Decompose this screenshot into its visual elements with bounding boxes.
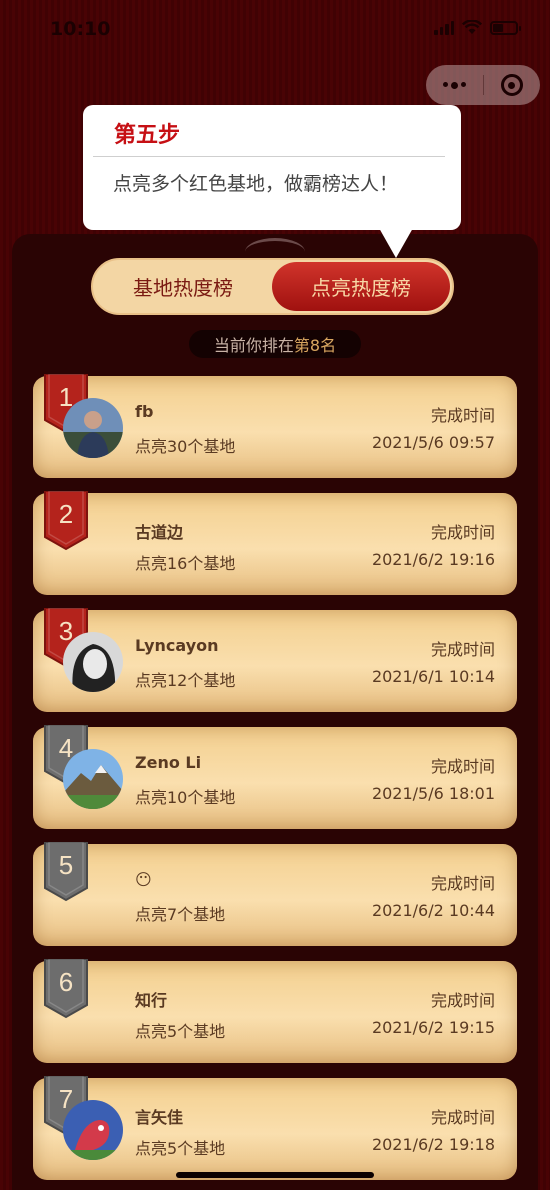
user-name: 知行 bbox=[135, 991, 168, 1010]
guide-tooltip: 第五步 点亮多个红色基地，做霸榜达人！ bbox=[83, 105, 461, 258]
status-icons bbox=[434, 20, 521, 35]
my-rank-pill: 当前你排在 第8名 bbox=[189, 330, 361, 358]
tab-light-heat[interactable]: 点亮热度榜 bbox=[272, 262, 450, 311]
more-icon[interactable] bbox=[426, 81, 483, 89]
avatar bbox=[63, 749, 123, 809]
list-item[interactable]: 7 言矢佳 点亮5个基地 完成时间 2021/6/2 19:18 bbox=[33, 1076, 517, 1180]
lit-count: 点亮10个基地 bbox=[135, 788, 236, 807]
rank-badge-icon: 5 bbox=[44, 842, 88, 902]
tooltip-divider bbox=[93, 156, 445, 157]
signal-icon bbox=[434, 20, 454, 35]
capsule-menu bbox=[426, 65, 540, 105]
close-target-icon[interactable] bbox=[483, 74, 540, 96]
ranking-tab-switch: 基地热度榜 点亮热度榜 bbox=[91, 258, 454, 315]
list-item[interactable]: 6 知行点亮5个基地 完成时间 2021/6/2 19:15 bbox=[33, 959, 517, 1063]
rank-badge-icon: 2 bbox=[44, 491, 88, 551]
rank-badge-icon: 6 bbox=[44, 959, 88, 1019]
battery-icon bbox=[490, 20, 521, 35]
user-name: Zeno Li bbox=[135, 753, 202, 772]
lit-count: 点亮12个基地 bbox=[135, 671, 236, 690]
avatar bbox=[63, 632, 123, 692]
list-item[interactable]: 2 古道边点亮16个基地 完成时间 2021/6/2 19:16 bbox=[33, 491, 517, 595]
lit-count: 点亮16个基地 bbox=[135, 554, 236, 573]
avatar bbox=[63, 398, 123, 458]
user-name: 古道边 bbox=[135, 523, 184, 542]
tooltip-text: 点亮多个红色基地，做霸榜达人！ bbox=[113, 173, 399, 195]
user-name: 😶 bbox=[135, 870, 152, 889]
tooltip-title: 第五步 bbox=[114, 123, 181, 148]
finish-time-label: 完成时间 bbox=[430, 991, 495, 1010]
home-indicator bbox=[176, 1172, 374, 1178]
user-name: fb bbox=[135, 402, 154, 421]
rank-number: 5 bbox=[58, 850, 74, 880]
list-item[interactable]: 1 fb 点亮30个基地 完成时间 2021/5/6 09:57 bbox=[33, 374, 517, 478]
rank-number: 6 bbox=[58, 967, 74, 997]
finish-time-value: 2021/6/1 10:14 bbox=[371, 667, 495, 686]
list-item[interactable]: 5 😶 点亮7个基地 完成时间 2021/6/2 10:44 bbox=[33, 842, 517, 946]
lit-count: 点亮30个基地 bbox=[135, 437, 236, 456]
finish-time-value: 2021/6/2 19:15 bbox=[371, 1018, 495, 1037]
finish-time-value: 2021/6/2 19:16 bbox=[371, 550, 495, 569]
rank-number: 2 bbox=[58, 499, 74, 529]
lit-count: 点亮5个基地 bbox=[135, 1139, 226, 1158]
avatar bbox=[63, 1100, 123, 1160]
finish-time-label: 完成时间 bbox=[430, 640, 495, 659]
finish-time-value: 2021/5/6 09:57 bbox=[371, 433, 495, 452]
finish-time-value: 2021/5/6 18:01 bbox=[371, 784, 495, 803]
ranking-list: 1 fb 点亮30个基地 完成时间 2021/5/6 09:57 2 古道边 点亮16个基地完… bbox=[33, 374, 517, 1190]
finish-time-value: 2021/6/2 19:18 bbox=[371, 1135, 495, 1154]
finish-time-label: 完成时间 bbox=[430, 874, 495, 893]
my-rank-value: 第8名 bbox=[293, 336, 337, 355]
finish-time-label: 完成时间 bbox=[430, 1108, 495, 1127]
status-time: 10:10 bbox=[50, 18, 111, 40]
finish-time-value: 2021/6/2 10:44 bbox=[371, 901, 495, 920]
user-name: 言矢佳 bbox=[135, 1108, 184, 1127]
finish-time-label: 完成时间 bbox=[430, 523, 495, 542]
lit-count: 点亮7个基地 bbox=[135, 905, 226, 924]
lit-count: 点亮5个基地 bbox=[135, 1022, 226, 1041]
my-rank-prefix: 当前你排在 bbox=[213, 336, 294, 355]
list-item[interactable]: 4 Zeno Li 点亮10个基地 完成时间 2021/5/6 18:01 bbox=[33, 725, 517, 829]
wifi-icon bbox=[462, 20, 482, 34]
finish-time-label: 完成时间 bbox=[430, 406, 495, 425]
finish-time-label: 完成时间 bbox=[430, 757, 495, 776]
list-item[interactable]: 3 Lyncayon 点亮12个基地 完成时间 2021/6/1 10:14 bbox=[33, 608, 517, 712]
user-name: Lyncayon bbox=[135, 636, 219, 655]
tab-base-heat[interactable]: 基地热度榜 bbox=[93, 260, 273, 313]
